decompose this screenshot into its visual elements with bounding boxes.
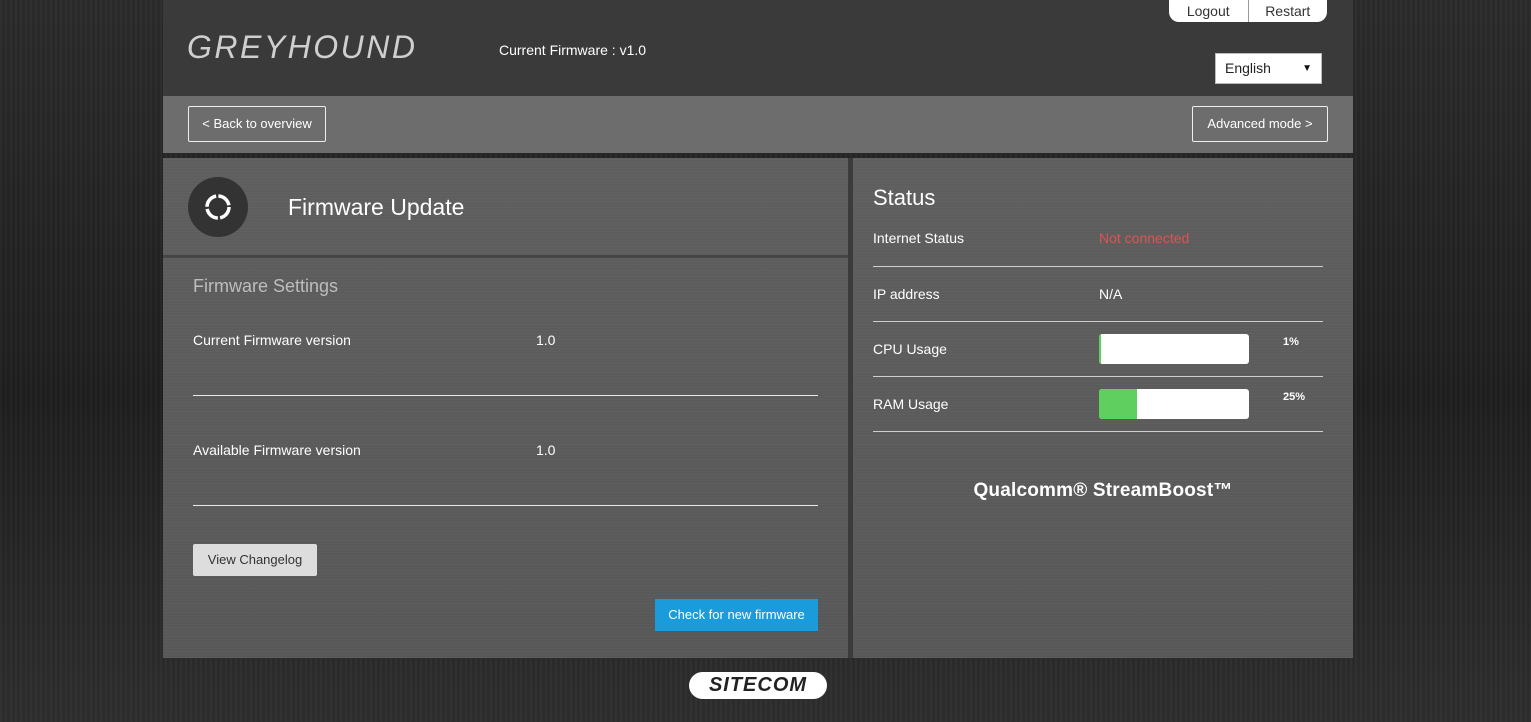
qualcomm-streamboost-logo: Qualcomm® StreamBoost™ <box>973 480 1233 501</box>
current-firmware-version-value: 1.0 <box>536 332 556 348</box>
logout-link[interactable]: Logout <box>1169 0 1248 22</box>
dropdown-arrow-icon: ▼ <box>1302 63 1312 74</box>
cpu-usage-percent: 1% <box>1283 336 1299 348</box>
toolbar: < Back to overview Advanced mode > <box>163 96 1353 153</box>
language-value: English <box>1225 60 1271 76</box>
back-to-overview-button[interactable]: < Back to overview <box>188 106 326 142</box>
top-tabs: Logout Restart <box>1169 0 1327 22</box>
greyhound-logo: GREYHOUND <box>187 29 419 65</box>
ip-address-value: N/A <box>1099 286 1123 302</box>
row-divider <box>193 505 818 506</box>
ram-usage-bar <box>1099 389 1249 419</box>
internet-status-label: Internet Status <box>873 230 965 246</box>
available-firmware-version-value: 1.0 <box>536 442 556 458</box>
status-divider <box>873 266 1323 267</box>
firmware-settings-heading: Firmware Settings <box>193 276 339 296</box>
internet-status-value: Not connected <box>1099 230 1190 246</box>
current-firmware-label: Current Firmware : v1.0 <box>499 42 647 58</box>
firmware-update-title: Firmware Update <box>288 194 465 220</box>
row-divider <box>193 395 818 396</box>
language-select[interactable]: English ▼ <box>1215 53 1322 84</box>
restart-link[interactable]: Restart <box>1249 0 1328 22</box>
app-frame: GREYHOUND Current Firmware : v1.0 Logout… <box>163 0 1353 658</box>
firmware-panel-header: Firmware Update <box>163 158 848 258</box>
ip-address-label: IP address <box>873 286 940 302</box>
status-divider <box>873 376 1323 377</box>
advanced-mode-button[interactable]: Advanced mode > <box>1192 106 1328 142</box>
ram-usage-percent: 25% <box>1283 391 1306 403</box>
ram-usage-label: RAM Usage <box>873 396 949 412</box>
status-panel: Status Internet Status Not connected IP … <box>853 158 1353 658</box>
status-title: Status <box>873 185 936 210</box>
status-divider <box>873 431 1323 432</box>
cpu-usage-bar <box>1099 334 1249 364</box>
view-changelog-button[interactable]: View Changelog <box>193 544 317 576</box>
current-firmware-version-label: Current Firmware version <box>193 332 351 348</box>
cpu-usage-fill <box>1099 334 1101 364</box>
firmware-panel: Firmware Update Firmware Settings Curren… <box>163 158 848 658</box>
firmware-update-icon <box>188 177 248 237</box>
sitecom-logo: SITECOM <box>689 672 827 699</box>
header-bar: GREYHOUND Current Firmware : v1.0 Logout… <box>163 0 1353 96</box>
status-divider <box>873 321 1323 322</box>
check-new-firmware-button[interactable]: Check for new firmware <box>655 599 818 631</box>
svg-text:GREYHOUND: GREYHOUND <box>187 29 419 65</box>
available-firmware-version-label: Available Firmware version <box>193 442 361 458</box>
cpu-usage-label: CPU Usage <box>873 341 947 357</box>
ram-usage-fill <box>1099 389 1137 419</box>
